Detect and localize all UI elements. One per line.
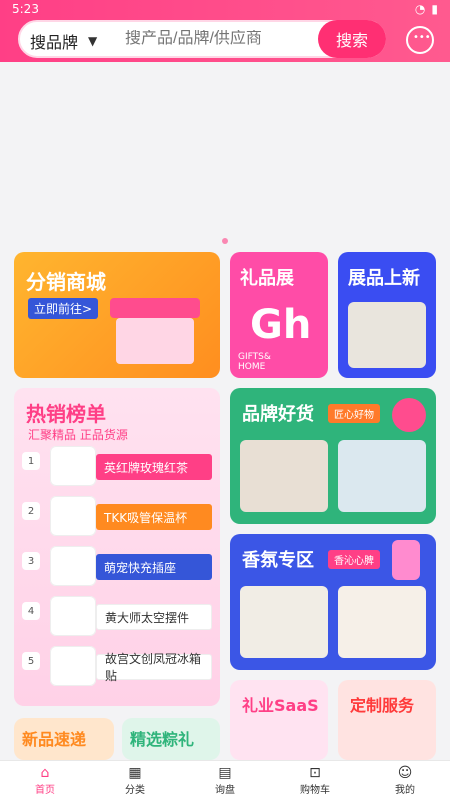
fragrance-card[interactable]: 香氛专区 香沁心脾 xyxy=(230,534,436,670)
rank-badge: 4 xyxy=(22,602,40,620)
hot-item[interactable]: 1 英红牌玫瑰红茶 xyxy=(22,446,212,488)
tab-cart-label: 购物车 xyxy=(300,785,330,796)
banner-area xyxy=(0,62,450,244)
rank-badge: 2 xyxy=(22,502,40,520)
gift-subtitle: GIFTS& HOME xyxy=(238,352,271,372)
fenxiao-cta[interactable]: 立即前往> xyxy=(28,298,99,319)
new-products-image xyxy=(348,302,426,368)
brand-goods-card[interactable]: 品牌好货 匠心好物 xyxy=(230,388,436,524)
status-time: 5:23 xyxy=(12,2,39,16)
hot-item[interactable]: 5 故宫文创凤冠冰箱贴 xyxy=(22,646,212,688)
brand-goods-image-left xyxy=(240,440,328,512)
hot-item[interactable]: 3 萌宠快充插座 xyxy=(22,546,212,588)
grid-icon: ▦ xyxy=(128,765,142,781)
hot-item-label: 萌宠快充插座 xyxy=(96,554,212,580)
saas-title: 礼业SaaS xyxy=(242,696,319,715)
top-header: 5:23 ◔ ▮ 搜品牌 ▼ 搜索 xyxy=(0,0,450,62)
wifi-icon: ◔ xyxy=(414,2,426,16)
hot-item-label: 英红牌玫瑰红茶 xyxy=(96,454,212,480)
hot-list: 1 英红牌玫瑰红茶 2 TKK吸管保温杯 3 萌宠快充插座 4 黄大师太空摆件 … xyxy=(22,446,212,696)
custom-service-card[interactable]: 定制服务 xyxy=(338,680,436,760)
new-products-title: 展品上新 xyxy=(348,268,420,289)
fragrance-image-left xyxy=(240,586,328,658)
product-thumb xyxy=(50,446,96,486)
status-bar: 5:23 ◔ ▮ xyxy=(0,0,450,18)
tab-category[interactable]: ▦ 分类 xyxy=(90,761,180,800)
search-button-label: 搜索 xyxy=(335,31,368,50)
rank-badge: 3 xyxy=(22,552,40,570)
product-thumb xyxy=(50,646,96,686)
hot-item-label: 黄大师太空摆件 xyxy=(96,604,212,630)
rank-badge: 5 xyxy=(22,652,40,670)
hot-item[interactable]: 4 黄大师太空摆件 xyxy=(22,596,212,638)
fenxiao-title: 分销商城 xyxy=(26,270,106,294)
bottom-tabbar: ⌂ 首页 ▦ 分类 ▤ 询盘 ⊡ 购物车 ☺ 我的 xyxy=(0,760,450,800)
brand-goods-image-right xyxy=(338,440,426,512)
gift-sub-2: HOME xyxy=(238,362,266,372)
fenxiao-card[interactable]: 分销商城 立即前往> xyxy=(14,252,220,378)
fragrance-title: 香氛专区 xyxy=(242,550,314,571)
new-products-card[interactable]: 展品上新 xyxy=(338,252,436,378)
tab-me-label: 我的 xyxy=(395,785,415,796)
selected-zongli-card[interactable]: 精选粽礼 xyxy=(122,718,220,760)
megaphone-icon xyxy=(392,398,426,432)
gift-title: 礼品展 xyxy=(240,268,294,289)
product-thumb xyxy=(50,546,96,586)
brand-select[interactable]: 搜品牌 ▼ xyxy=(30,29,97,53)
brand-goods-tag: 匠心好物 xyxy=(328,404,380,423)
gift-sub-1: GIFTS& xyxy=(238,352,271,362)
tab-home-label: 首页 xyxy=(35,785,55,796)
saas-card[interactable]: 礼业SaaS xyxy=(230,680,328,760)
inquiry-icon: ▤ xyxy=(218,765,232,781)
hot-item-label: 故宫文创凤冠冰箱贴 xyxy=(96,652,212,683)
hot-item[interactable]: 2 TKK吸管保温杯 xyxy=(22,496,212,538)
perfume-bottle-icon xyxy=(392,540,420,580)
search-bar: 搜品牌 ▼ 搜索 xyxy=(18,20,386,58)
fragrance-image-right xyxy=(338,586,426,658)
hot-list-subtitle: 汇聚精品 正品货源 xyxy=(28,428,128,442)
hot-list-title: 热销榜单 xyxy=(26,402,106,426)
search-button[interactable]: 搜索 xyxy=(318,20,386,58)
product-thumb xyxy=(50,496,96,536)
fragrance-tag: 香沁心脾 xyxy=(328,550,380,569)
hot-item-label: TKK吸管保温杯 xyxy=(96,504,212,530)
new-express-card[interactable]: 新品速递 xyxy=(14,718,114,760)
tab-category-label: 分类 xyxy=(125,785,145,796)
custom-service-title: 定制服务 xyxy=(350,696,415,715)
brand-goods-title: 品牌好货 xyxy=(242,404,314,425)
store-roof xyxy=(110,298,200,318)
user-icon: ☺ xyxy=(397,765,413,781)
message-icon[interactable] xyxy=(406,26,434,54)
tab-home[interactable]: ⌂ 首页 xyxy=(0,761,90,800)
home-icon: ⌂ xyxy=(40,765,50,781)
tab-me[interactable]: ☺ 我的 xyxy=(360,761,450,800)
rank-badge: 1 xyxy=(22,452,40,470)
chevron-down-icon: ▼ xyxy=(88,34,98,48)
brand-select-label: 搜品牌 xyxy=(30,33,79,52)
tab-inquiry[interactable]: ▤ 询盘 xyxy=(180,761,270,800)
gift-card[interactable]: 礼品展 Gh GIFTS& HOME xyxy=(230,252,328,378)
store-icon xyxy=(110,298,200,368)
battery-icon: ▮ xyxy=(431,2,438,16)
tab-cart[interactable]: ⊡ 购物车 xyxy=(270,761,360,800)
search-input[interactable] xyxy=(125,30,325,48)
cart-icon: ⊡ xyxy=(309,765,321,781)
status-icons: ◔ ▮ xyxy=(415,2,438,16)
app-screen: 5:23 ◔ ▮ 搜品牌 ▼ 搜索 分销商城 立即前往> xyxy=(0,0,450,800)
new-express-title: 新品速递 xyxy=(22,730,87,749)
hot-list-card[interactable]: 热销榜单 汇聚精品 正品货源 1 英红牌玫瑰红茶 2 TKK吸管保温杯 3 萌宠… xyxy=(14,388,220,706)
store-body xyxy=(116,318,194,364)
selected-zongli-title: 精选粽礼 xyxy=(130,730,195,749)
banner-indicator xyxy=(222,238,228,244)
tab-inquiry-label: 询盘 xyxy=(215,785,235,796)
product-thumb xyxy=(50,596,96,636)
